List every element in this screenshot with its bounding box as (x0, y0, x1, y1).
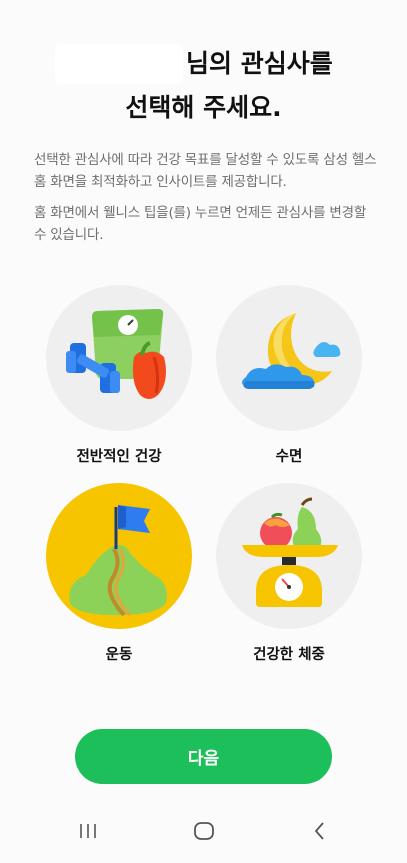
sleep-circle (216, 285, 362, 431)
user-name-redacted (55, 44, 183, 84)
next-button[interactable]: 다음 (75, 729, 332, 784)
exercise-circle (46, 483, 192, 629)
weight-scale-icon (242, 497, 338, 607)
title-line-1: 님의 관심사를 (186, 49, 333, 78)
sleep-moon-icon (242, 313, 341, 389)
interest-label: 수면 (275, 449, 303, 465)
interest-healthy-weight[interactable]: 건강한 체중 (214, 483, 364, 664)
interest-exercise[interactable]: 운동 (44, 483, 194, 664)
exercise-flag-icon (69, 505, 167, 617)
title-line-2: 선택해 주세요. (125, 93, 282, 122)
general-health-circle (46, 285, 192, 431)
back-icon[interactable] (305, 818, 335, 844)
description-paragraph-2: 홈 화면에서 웰니스 팁을(를) 누르면 언제든 관심사를 변경할 수 있습니다… (34, 205, 367, 243)
system-navigation-bar (0, 808, 407, 854)
interest-sleep[interactable]: 수면 (214, 285, 364, 466)
interest-label: 건강한 체중 (253, 647, 325, 663)
interest-general-health[interactable]: 전반적인 건강 (44, 285, 194, 466)
home-icon[interactable] (189, 818, 219, 844)
interest-label: 전반적인 건강 (76, 449, 162, 465)
page-title: 님의 관심사를 선택해 주세요. (0, 42, 407, 130)
healthy-weight-circle (216, 483, 362, 629)
recents-icon[interactable] (73, 818, 103, 844)
description-paragraph-1: 선택한 관심사에 따라 건강 목표를 달성할 수 있도록 삼성 헬스 홈 화면을… (34, 152, 377, 190)
general-health-icon (66, 309, 166, 399)
interest-label: 운동 (105, 647, 133, 663)
